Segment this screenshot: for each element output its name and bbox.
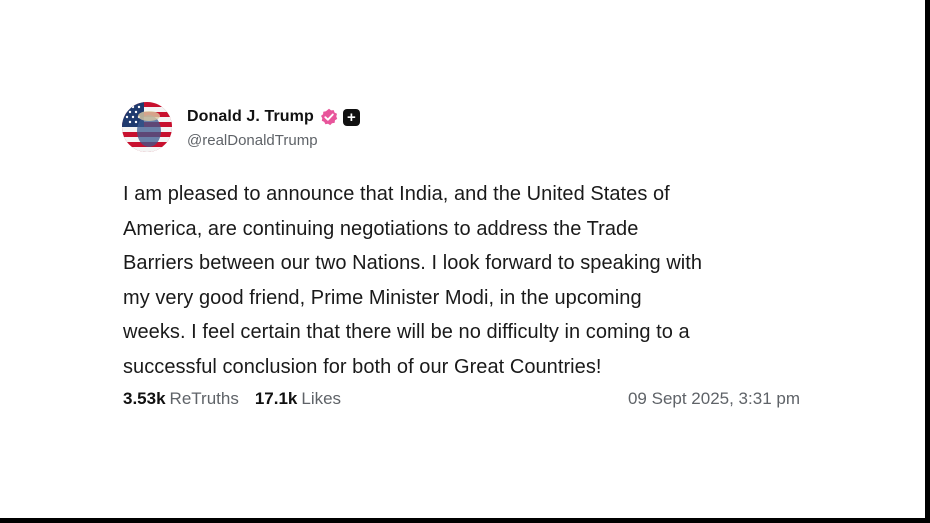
author-display-name[interactable]: Donald J. Trump: [187, 108, 314, 126]
post-body-line: America, are continuing negotiations to …: [123, 217, 639, 240]
post-card[interactable]: Donald J. Trump + @realDonaldTrump I am …: [102, 92, 820, 430]
screenshot-canvas: Donald J. Trump + @realDonaldTrump I am …: [0, 0, 925, 518]
post-stats: 3.53k ReTruths 17.1k Likes 09 Sept 2025,…: [123, 389, 800, 409]
post-body-line: Barriers between our two Nations. I look…: [123, 252, 703, 274]
author-block: Donald J. Trump + @realDonaldTrump: [187, 106, 360, 149]
likes-stat[interactable]: 17.1k Likes: [255, 389, 341, 409]
retruths-count: 3.53k: [123, 389, 166, 408]
post-body-line: successful conclusion for both of our Gr…: [123, 355, 602, 378]
post-body-line: I am pleased to announce that India, and…: [123, 183, 670, 205]
likes-label: Likes: [301, 389, 342, 408]
post-body-line: weeks. I feel certain that there will be…: [123, 321, 690, 343]
post-header: Donald J. Trump + @realDonaldTrump: [122, 100, 422, 156]
plus-icon[interactable]: +: [342, 108, 360, 126]
avatar[interactable]: [122, 102, 172, 152]
post-body: I am pleased to announce that India, and…: [123, 177, 813, 384]
verified-badge-icon: [320, 108, 338, 126]
retruths-label: ReTruths: [169, 389, 239, 408]
name-row: Donald J. Trump +: [187, 106, 360, 128]
post-timestamp[interactable]: 09 Sept 2025, 3:31 pm: [628, 389, 800, 409]
author-handle[interactable]: @realDonaldTrump: [187, 132, 360, 149]
post-body-line: my very good friend, Prime Minister Modi…: [123, 286, 642, 309]
likes-count: 17.1k: [254, 389, 298, 408]
retruths-stat[interactable]: 3.53k ReTruths: [123, 389, 239, 409]
american-flag-portrait-icon: [122, 102, 172, 152]
